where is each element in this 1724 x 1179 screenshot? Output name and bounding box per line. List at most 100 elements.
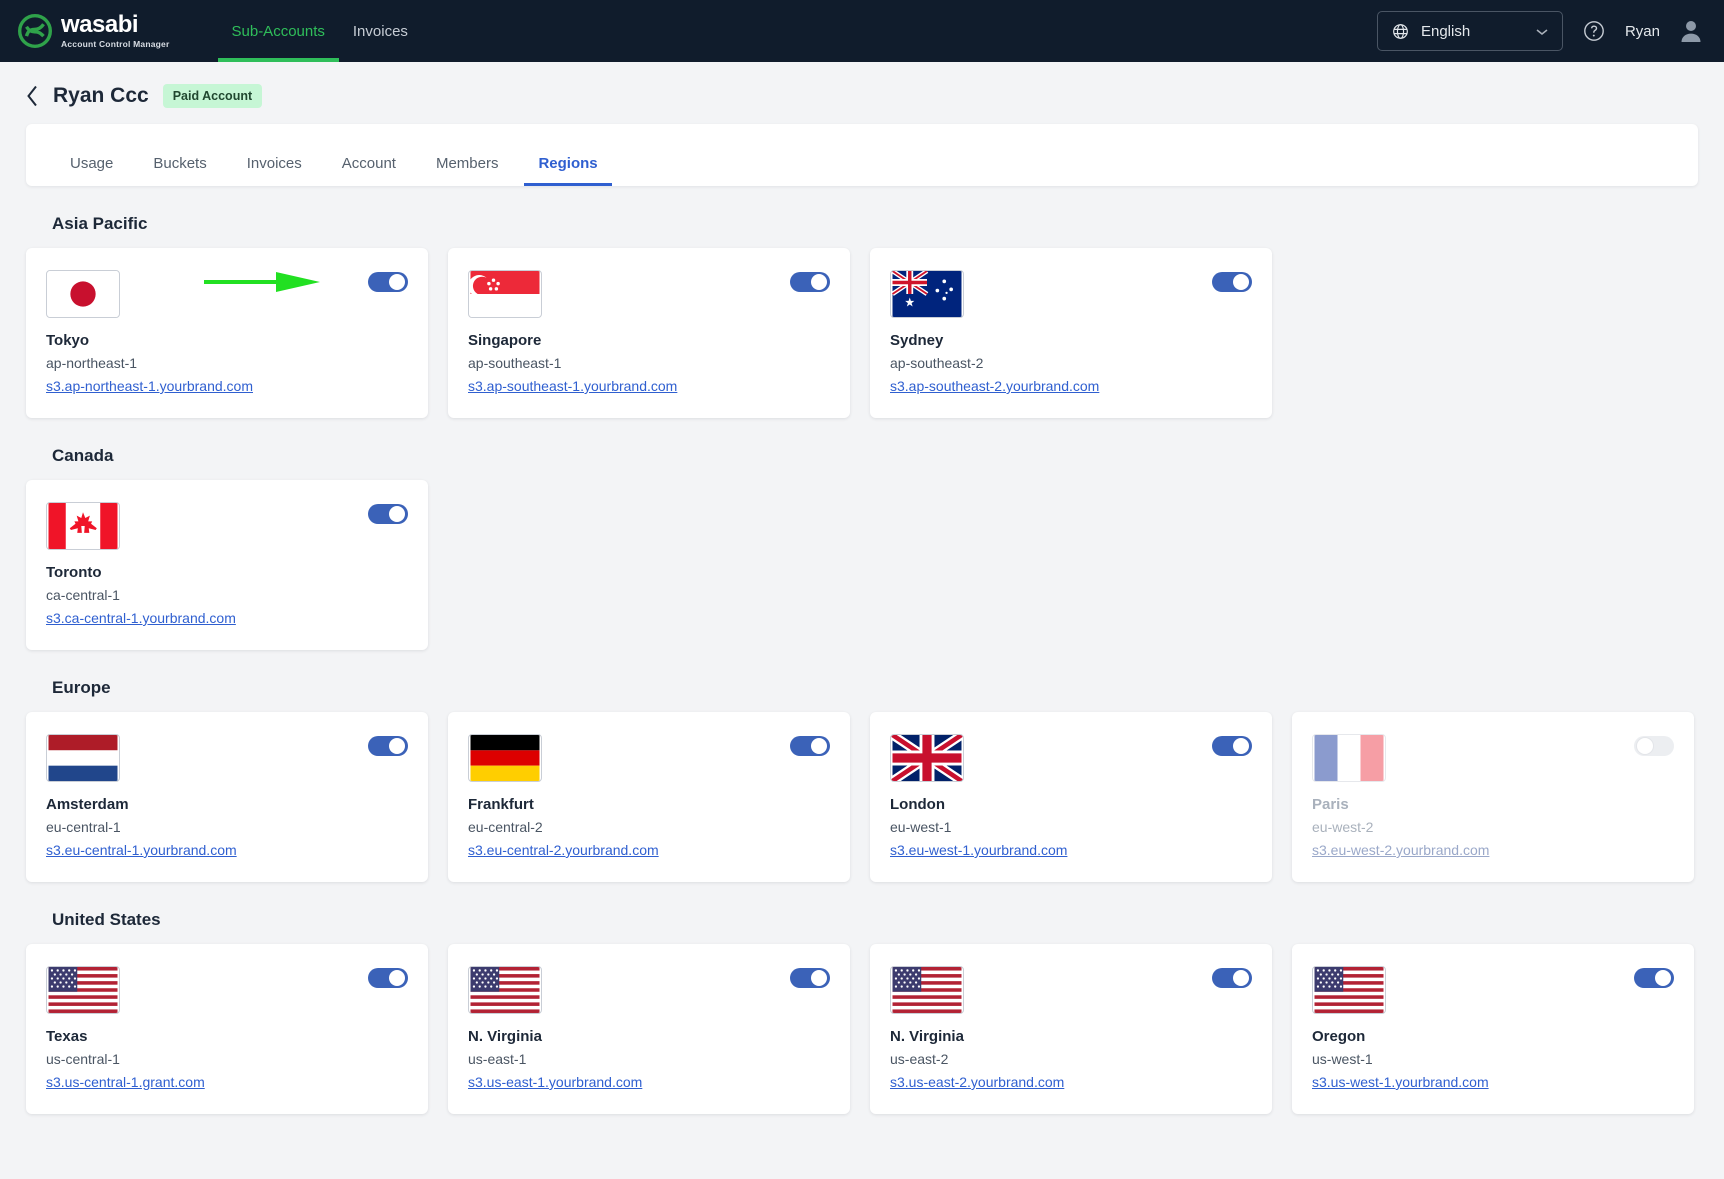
globe-icon	[1392, 23, 1409, 40]
user-avatar-icon[interactable]	[1680, 19, 1702, 43]
tab-usage[interactable]: Usage	[56, 155, 127, 186]
frankfurt-region-toggle[interactable]	[790, 736, 830, 756]
toggle-knob	[1233, 738, 1249, 754]
region-code: ap-southeast-2	[890, 355, 984, 371]
region-name: Toronto	[46, 564, 102, 581]
green-arrow-annotation	[204, 270, 322, 294]
region-card-eu-west-1: London eu-west-1 s3.eu-west-1.yourbrand.co…	[870, 712, 1272, 882]
region-group-title: Canada	[52, 446, 114, 465]
region-name: Texas	[46, 1028, 88, 1045]
toronto-region-toggle[interactable]	[368, 504, 408, 524]
flag-icon-us	[468, 966, 542, 1014]
region-name: Oregon	[1312, 1028, 1366, 1045]
question-circle-icon[interactable]	[1583, 20, 1605, 42]
tab-members[interactable]: Members	[422, 155, 513, 186]
region-endpoint-link[interactable]: s3.ap-southeast-2.yourbrand.com	[890, 378, 1099, 394]
language-selector[interactable]: English	[1376, 11, 1563, 51]
flag-icon-ca	[46, 502, 120, 550]
flag-icon-au	[890, 270, 964, 318]
singapore-region-toggle[interactable]	[790, 272, 830, 292]
oregon-region-toggle[interactable]	[1634, 968, 1674, 988]
wasabi-logo[interactable]: wasabi Account Control Manager	[18, 13, 170, 49]
nav-item-sub-accounts[interactable]: Sub-Accounts	[217, 0, 340, 62]
region-name: Frankfurt	[468, 796, 534, 813]
toggle-knob	[389, 506, 405, 522]
amsterdam-region-toggle[interactable]	[368, 736, 408, 756]
region-endpoint-link[interactable]: s3.ca-central-1.yourbrand.com	[46, 610, 236, 626]
n-virginia-region-toggle[interactable]	[1212, 968, 1252, 988]
region-name: London	[890, 796, 945, 813]
tab-buckets[interactable]: Buckets	[139, 155, 220, 186]
region-group-title: Europe	[52, 678, 111, 697]
toggle-knob	[389, 274, 405, 290]
region-endpoint-link[interactable]: s3.eu-central-1.yourbrand.com	[46, 842, 237, 858]
flag-icon-sg	[468, 270, 542, 318]
region-card-us-east-2: N. Virginia us-east-2 s3.us-east-2.yourbra…	[870, 944, 1272, 1114]
account-tabs: Usage Buckets Invoices Account Members R…	[26, 124, 1698, 186]
user-name-label: Ryan	[1624, 22, 1660, 40]
region-card-row: Amsterdam eu-central-1 s3.eu-central-1.you…	[26, 712, 1698, 882]
wasabi-leaf-icon	[18, 14, 52, 48]
region-name: Amsterdam	[46, 796, 129, 813]
tab-account[interactable]: Account	[328, 155, 410, 186]
flag-icon-us	[46, 966, 120, 1014]
toggle-knob	[1233, 970, 1249, 986]
region-endpoint-link[interactable]: s3.us-central-1.grant.com	[46, 1074, 205, 1090]
sydney-region-toggle[interactable]	[1212, 272, 1252, 292]
toggle-knob	[811, 970, 827, 986]
london-region-toggle[interactable]	[1212, 736, 1252, 756]
region-card-eu-central-1: Amsterdam eu-central-1 s3.eu-central-1.you…	[26, 712, 428, 882]
chevron-left-icon[interactable]	[26, 85, 39, 107]
region-name: N. Virginia	[468, 1028, 542, 1045]
toggle-knob	[1637, 738, 1653, 754]
region-card-us-central-1: Texas us-central-1 s3.us-central-1.grant.c…	[26, 944, 428, 1114]
tokyo-region-toggle[interactable]	[368, 272, 408, 292]
texas-region-toggle[interactable]	[368, 968, 408, 988]
region-card-row: Texas us-central-1 s3.us-central-1.grant.c…	[26, 944, 1698, 1114]
region-card-ap-northeast-1: Tokyo ap-northeast-1 s3.ap-northeast-1.you…	[26, 248, 428, 418]
region-endpoint-link[interactable]: s3.us-east-1.yourbrand.com	[468, 1074, 642, 1090]
region-card-us-east-1: N. Virginia us-east-1 s3.us-east-1.yourbra…	[448, 944, 850, 1114]
region-code: eu-west-1	[890, 819, 952, 835]
flag-icon-fr	[1312, 734, 1386, 782]
chevron-down-icon	[1536, 23, 1548, 40]
paris-region-toggle[interactable]	[1634, 736, 1674, 756]
tab-regions[interactable]: Regions	[524, 155, 612, 186]
region-endpoint-link[interactable]: s3.ap-northeast-1.yourbrand.com	[46, 378, 253, 394]
top-navigation-bar: wasabi Account Control Manager Sub-Accou…	[0, 0, 1724, 62]
toggle-knob	[811, 738, 827, 754]
region-code: eu-west-2	[1312, 819, 1374, 835]
flag-icon-us	[1312, 966, 1386, 1014]
region-card-us-west-1: Oregon us-west-1 s3.us-west-1.yourbrand.co…	[1292, 944, 1694, 1114]
region-code: eu-central-1	[46, 819, 121, 835]
region-code: eu-central-2	[468, 819, 543, 835]
region-endpoint-link[interactable]: s3.us-west-1.yourbrand.com	[1312, 1074, 1489, 1090]
toggle-knob	[389, 970, 405, 986]
language-selector-value: English	[1420, 22, 1471, 40]
region-endpoint-link[interactable]: s3.eu-central-2.yourbrand.com	[468, 842, 659, 858]
flag-icon-de	[468, 734, 542, 782]
logo-tagline: Account Control Manager	[61, 39, 170, 50]
region-card-row: Toronto ca-central-1 s3.ca-central-1.yourb…	[26, 480, 1698, 650]
region-code: ca-central-1	[46, 587, 120, 603]
region-code: us-central-1	[46, 1051, 120, 1067]
page-header: Ryan Ccc Paid Account	[0, 62, 1724, 124]
region-name: Sydney	[890, 332, 944, 349]
page-title: Ryan Ccc	[53, 84, 149, 107]
flag-icon-nl	[46, 734, 120, 782]
toggle-knob	[389, 738, 405, 754]
region-card-ap-southeast-2: Sydney ap-southeast-2 s3.ap-southeast-2.yo…	[870, 248, 1272, 418]
region-name: N. Virginia	[890, 1028, 964, 1045]
flag-icon-gb	[890, 734, 964, 782]
nav-item-invoices[interactable]: Invoices	[339, 0, 422, 62]
region-code: ap-northeast-1	[46, 355, 138, 371]
tab-invoices[interactable]: Invoices	[233, 155, 316, 186]
region-endpoint-link[interactable]: s3.eu-west-1.yourbrand.com	[890, 842, 1067, 858]
region-endpoint-link[interactable]: s3.us-east-2.yourbrand.com	[890, 1074, 1064, 1090]
top-bar-right-cluster: English Ryan	[1376, 11, 1702, 51]
status-badge: Paid Account	[162, 84, 263, 108]
region-endpoint-link[interactable]: s3.ap-southeast-1.yourbrand.com	[468, 378, 677, 394]
region-endpoint-link[interactable]: s3.eu-west-2.yourbrand.com	[1312, 842, 1489, 858]
region-code: us-west-1	[1312, 1051, 1373, 1067]
n-virginia-region-toggle[interactable]	[790, 968, 830, 988]
